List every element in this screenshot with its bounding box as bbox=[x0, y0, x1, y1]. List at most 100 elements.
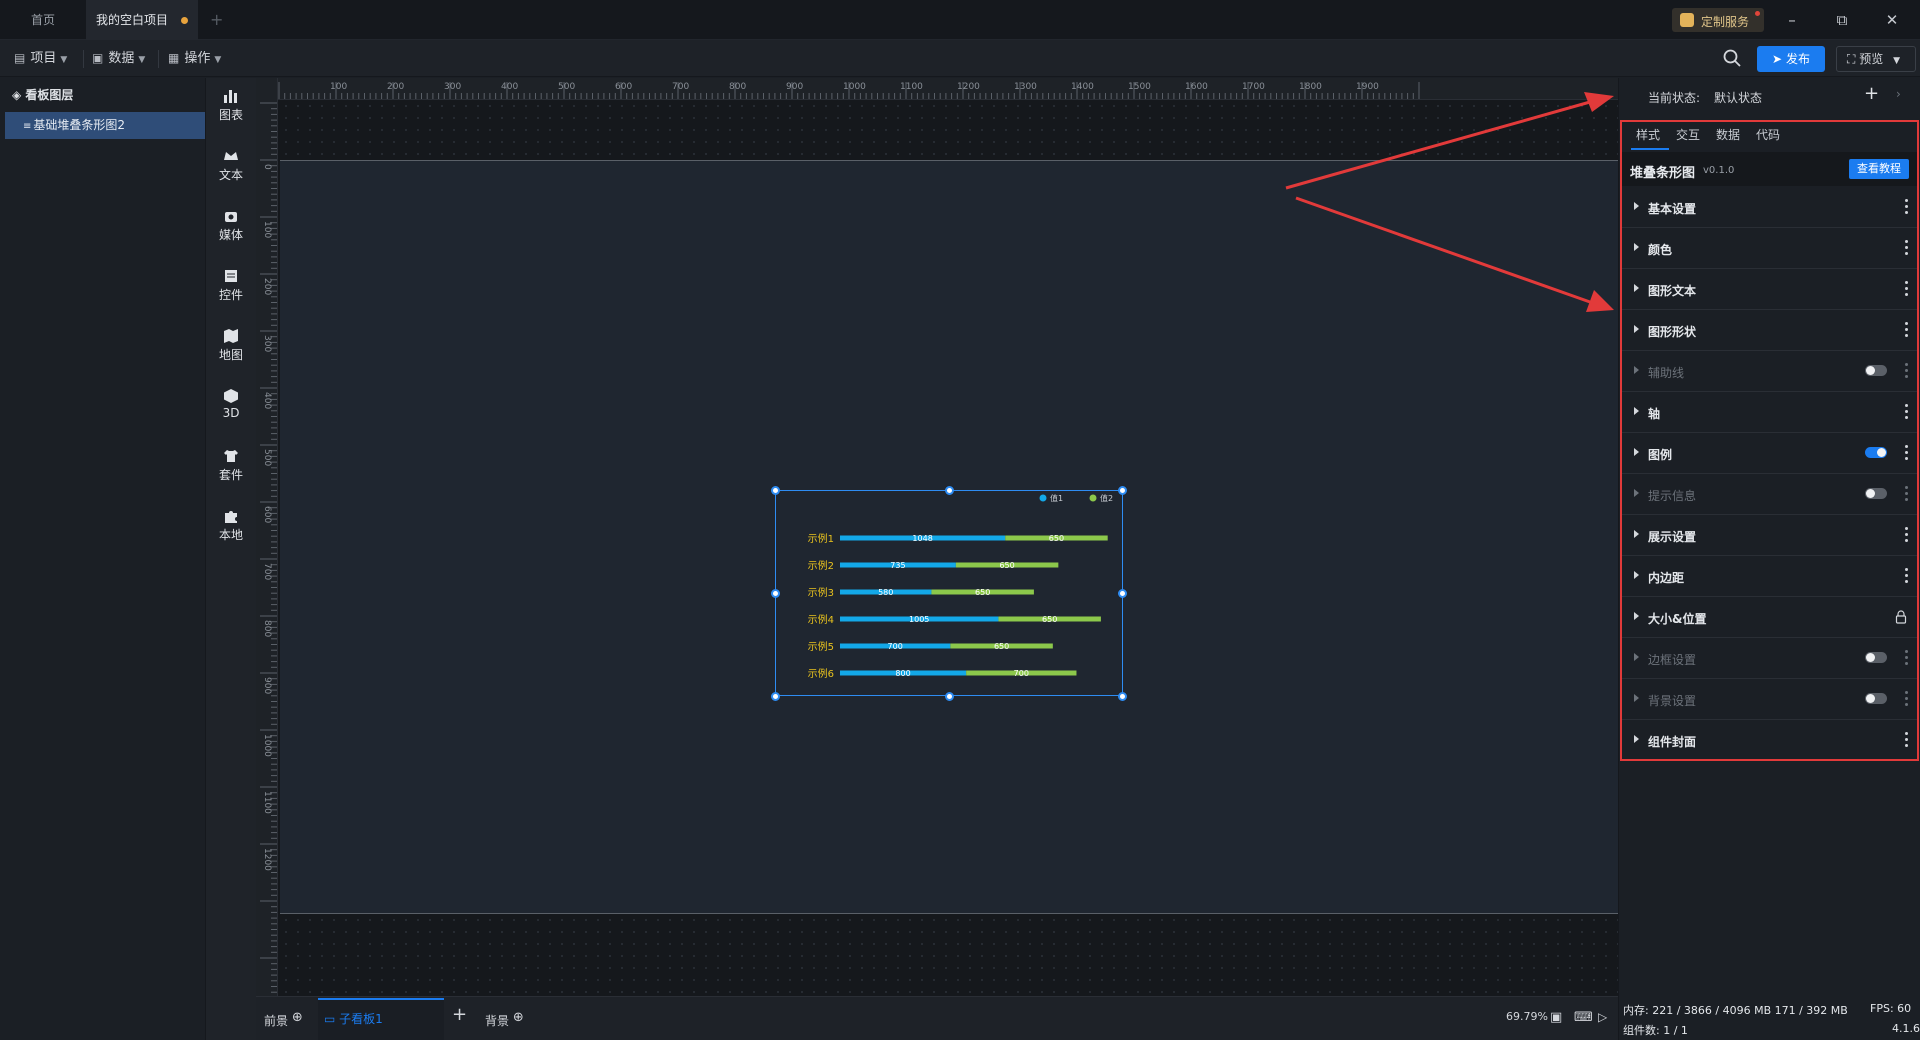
ruler-label: 1200 bbox=[957, 82, 980, 92]
menu-data[interactable]: ▣ 数据 ▼ bbox=[92, 40, 145, 77]
tool-chart[interactable]: 图表 bbox=[206, 88, 256, 123]
ruler-label: 1900 bbox=[1356, 82, 1379, 92]
preview-button[interactable]: ⛶ 预览 ▼ bbox=[1836, 46, 1916, 72]
ruler-label: 1000 bbox=[843, 82, 866, 92]
tool-map-label: 地图 bbox=[218, 348, 243, 362]
component-count: 组件数: 1 / 1 bbox=[1623, 1024, 1688, 1037]
layer-item[interactable]: ≡ 基础堆叠条形图2 bbox=[5, 112, 205, 139]
tool-control[interactable]: 控件 bbox=[206, 268, 256, 303]
chevron-down-icon: ▼ bbox=[1893, 56, 1900, 66]
add-subboard-icon[interactable]: + bbox=[452, 1004, 467, 1025]
ruler-horizontal[interactable]: 100 200 300 400 500 600 700 800 900 1000 1100 1200 1… bbox=[264, 78, 1618, 100]
ruler-label: 200 bbox=[262, 278, 272, 295]
tool-map[interactable]: 地图 bbox=[206, 328, 256, 363]
custom-service-label: 定制服务 bbox=[1701, 15, 1750, 29]
resize-handle-t[interactable] bbox=[945, 486, 954, 495]
add-tab-icon[interactable]: + bbox=[210, 10, 223, 29]
resize-handle-tr[interactable] bbox=[1118, 486, 1127, 495]
database-icon: ▣ bbox=[92, 51, 104, 65]
background-tab[interactable]: 背景 ⊕ bbox=[485, 1010, 524, 1029]
ruler-label: 1100 bbox=[900, 82, 923, 92]
custom-service-button[interactable]: 定制服务 bbox=[1672, 8, 1764, 32]
minimize-icon[interactable]: – bbox=[1780, 8, 1804, 32]
menu-project[interactable]: ▤ 项目 ▼ bbox=[14, 40, 67, 77]
bar-chart-layer-icon: ≡ bbox=[23, 121, 32, 132]
chevron-right-icon[interactable]: › bbox=[1896, 87, 1901, 101]
background-label: 背景 bbox=[485, 1014, 510, 1028]
terminal-icon[interactable]: ▷ bbox=[1598, 1010, 1607, 1024]
menu-operate-label: 操作 bbox=[184, 51, 211, 66]
ruler-label: 800 bbox=[729, 82, 746, 92]
close-icon[interactable]: ✕ bbox=[1880, 8, 1904, 32]
menu-bar bbox=[0, 40, 1920, 77]
unsaved-dot-icon bbox=[181, 17, 188, 24]
layer-item-label: 基础堆叠条形图2 bbox=[33, 118, 126, 132]
annotation-highlight-box bbox=[1620, 120, 1919, 761]
control-icon bbox=[225, 270, 237, 282]
layers-icon: ◈ bbox=[12, 88, 22, 102]
tool-local[interactable]: 本地 bbox=[206, 508, 256, 543]
cube-icon bbox=[224, 389, 238, 403]
menu-operate[interactable]: ▦ 操作 ▼ bbox=[168, 40, 221, 77]
resize-handle-bl[interactable] bbox=[771, 692, 780, 701]
memory-readout: 内存: 221 / 3866 / 4096 MB 171 / 392 MB bbox=[1623, 1004, 1848, 1017]
add-foreground-icon[interactable]: ⊕ bbox=[292, 1010, 303, 1025]
resize-handle-l[interactable] bbox=[771, 589, 780, 598]
ruler-label: 1400 bbox=[1071, 82, 1094, 92]
ruler-label: 1600 bbox=[1185, 82, 1208, 92]
keyboard-icon[interactable]: ⌨ bbox=[1574, 1010, 1593, 1025]
media-icon bbox=[225, 212, 237, 222]
tool-kit[interactable]: 套件 bbox=[206, 448, 256, 483]
ruler-label: 1200 bbox=[262, 848, 272, 871]
ruler-label: 500 bbox=[558, 82, 575, 92]
tool-text-label: 文本 bbox=[218, 168, 243, 182]
selection-box[interactable] bbox=[775, 490, 1123, 696]
ruler-label: 700 bbox=[672, 82, 689, 92]
menu-project-label: 项目 bbox=[30, 51, 57, 66]
tool-chart-label: 图表 bbox=[218, 108, 243, 122]
ruler-label: 900 bbox=[262, 677, 272, 694]
add-background-icon[interactable]: ⊕ bbox=[513, 1010, 524, 1025]
grid-icon: ▦ bbox=[168, 51, 180, 65]
tool-media-label: 媒体 bbox=[218, 228, 243, 242]
app-version: 4.1.6 bbox=[1892, 1022, 1920, 1035]
menu-data-label: 数据 bbox=[108, 51, 135, 66]
resize-handle-r[interactable] bbox=[1118, 589, 1127, 598]
zoom-level[interactable]: 69.79% bbox=[1506, 1010, 1548, 1023]
ruler-label: 400 bbox=[262, 392, 272, 409]
ruler-label: 1500 bbox=[1128, 82, 1151, 92]
publish-button[interactable]: ➤ 发布 bbox=[1757, 46, 1825, 72]
add-state-icon[interactable]: + bbox=[1864, 83, 1879, 104]
subboard-tab[interactable]: ▭ 子看板1 bbox=[324, 1010, 383, 1027]
ruler-label: 1800 bbox=[1299, 82, 1322, 92]
fit-screen-icon[interactable]: ▣ bbox=[1550, 1010, 1562, 1025]
ruler-label: 700 bbox=[262, 563, 272, 580]
ruler-label: 100 bbox=[330, 82, 347, 92]
resize-handle-b[interactable] bbox=[945, 692, 954, 701]
foreground-tab[interactable]: 前景 ⊕ bbox=[264, 1010, 303, 1029]
search-icon[interactable] bbox=[1722, 48, 1742, 68]
tool-3d[interactable]: 3D bbox=[206, 388, 256, 420]
ruler-label: 800 bbox=[262, 620, 272, 637]
ruler-label: 600 bbox=[615, 82, 632, 92]
shirt-icon bbox=[224, 450, 238, 462]
tool-media[interactable]: 媒体 bbox=[206, 208, 256, 243]
state-value[interactable]: 默认状态 bbox=[1714, 89, 1762, 106]
bar-chart-icon bbox=[224, 90, 237, 103]
puzzle-icon bbox=[225, 511, 237, 523]
ruler-label: 500 bbox=[262, 449, 272, 466]
layer-title-label: 看板图层 bbox=[25, 88, 74, 102]
tab-home[interactable]: 首页 bbox=[0, 0, 86, 40]
layer-panel-title: ◈ 看板图层 bbox=[12, 86, 73, 103]
resize-handle-br[interactable] bbox=[1118, 692, 1127, 701]
ruler-vertical[interactable]: 0 100 200 300 400 500 600 700 800 900 1000 1100 1200 bbox=[256, 78, 278, 996]
ruler-label: 900 bbox=[786, 82, 803, 92]
chevron-down-icon: ▼ bbox=[138, 55, 146, 65]
tool-text[interactable]: 文本 bbox=[206, 148, 256, 183]
restore-icon[interactable]: ⧉ bbox=[1830, 8, 1854, 32]
menu-divider bbox=[158, 50, 159, 68]
fullscreen-icon: ⛶ bbox=[1847, 52, 1856, 66]
ruler-label: 300 bbox=[262, 335, 272, 352]
resize-handle-tl[interactable] bbox=[771, 486, 780, 495]
ruler-label: 200 bbox=[387, 82, 404, 92]
